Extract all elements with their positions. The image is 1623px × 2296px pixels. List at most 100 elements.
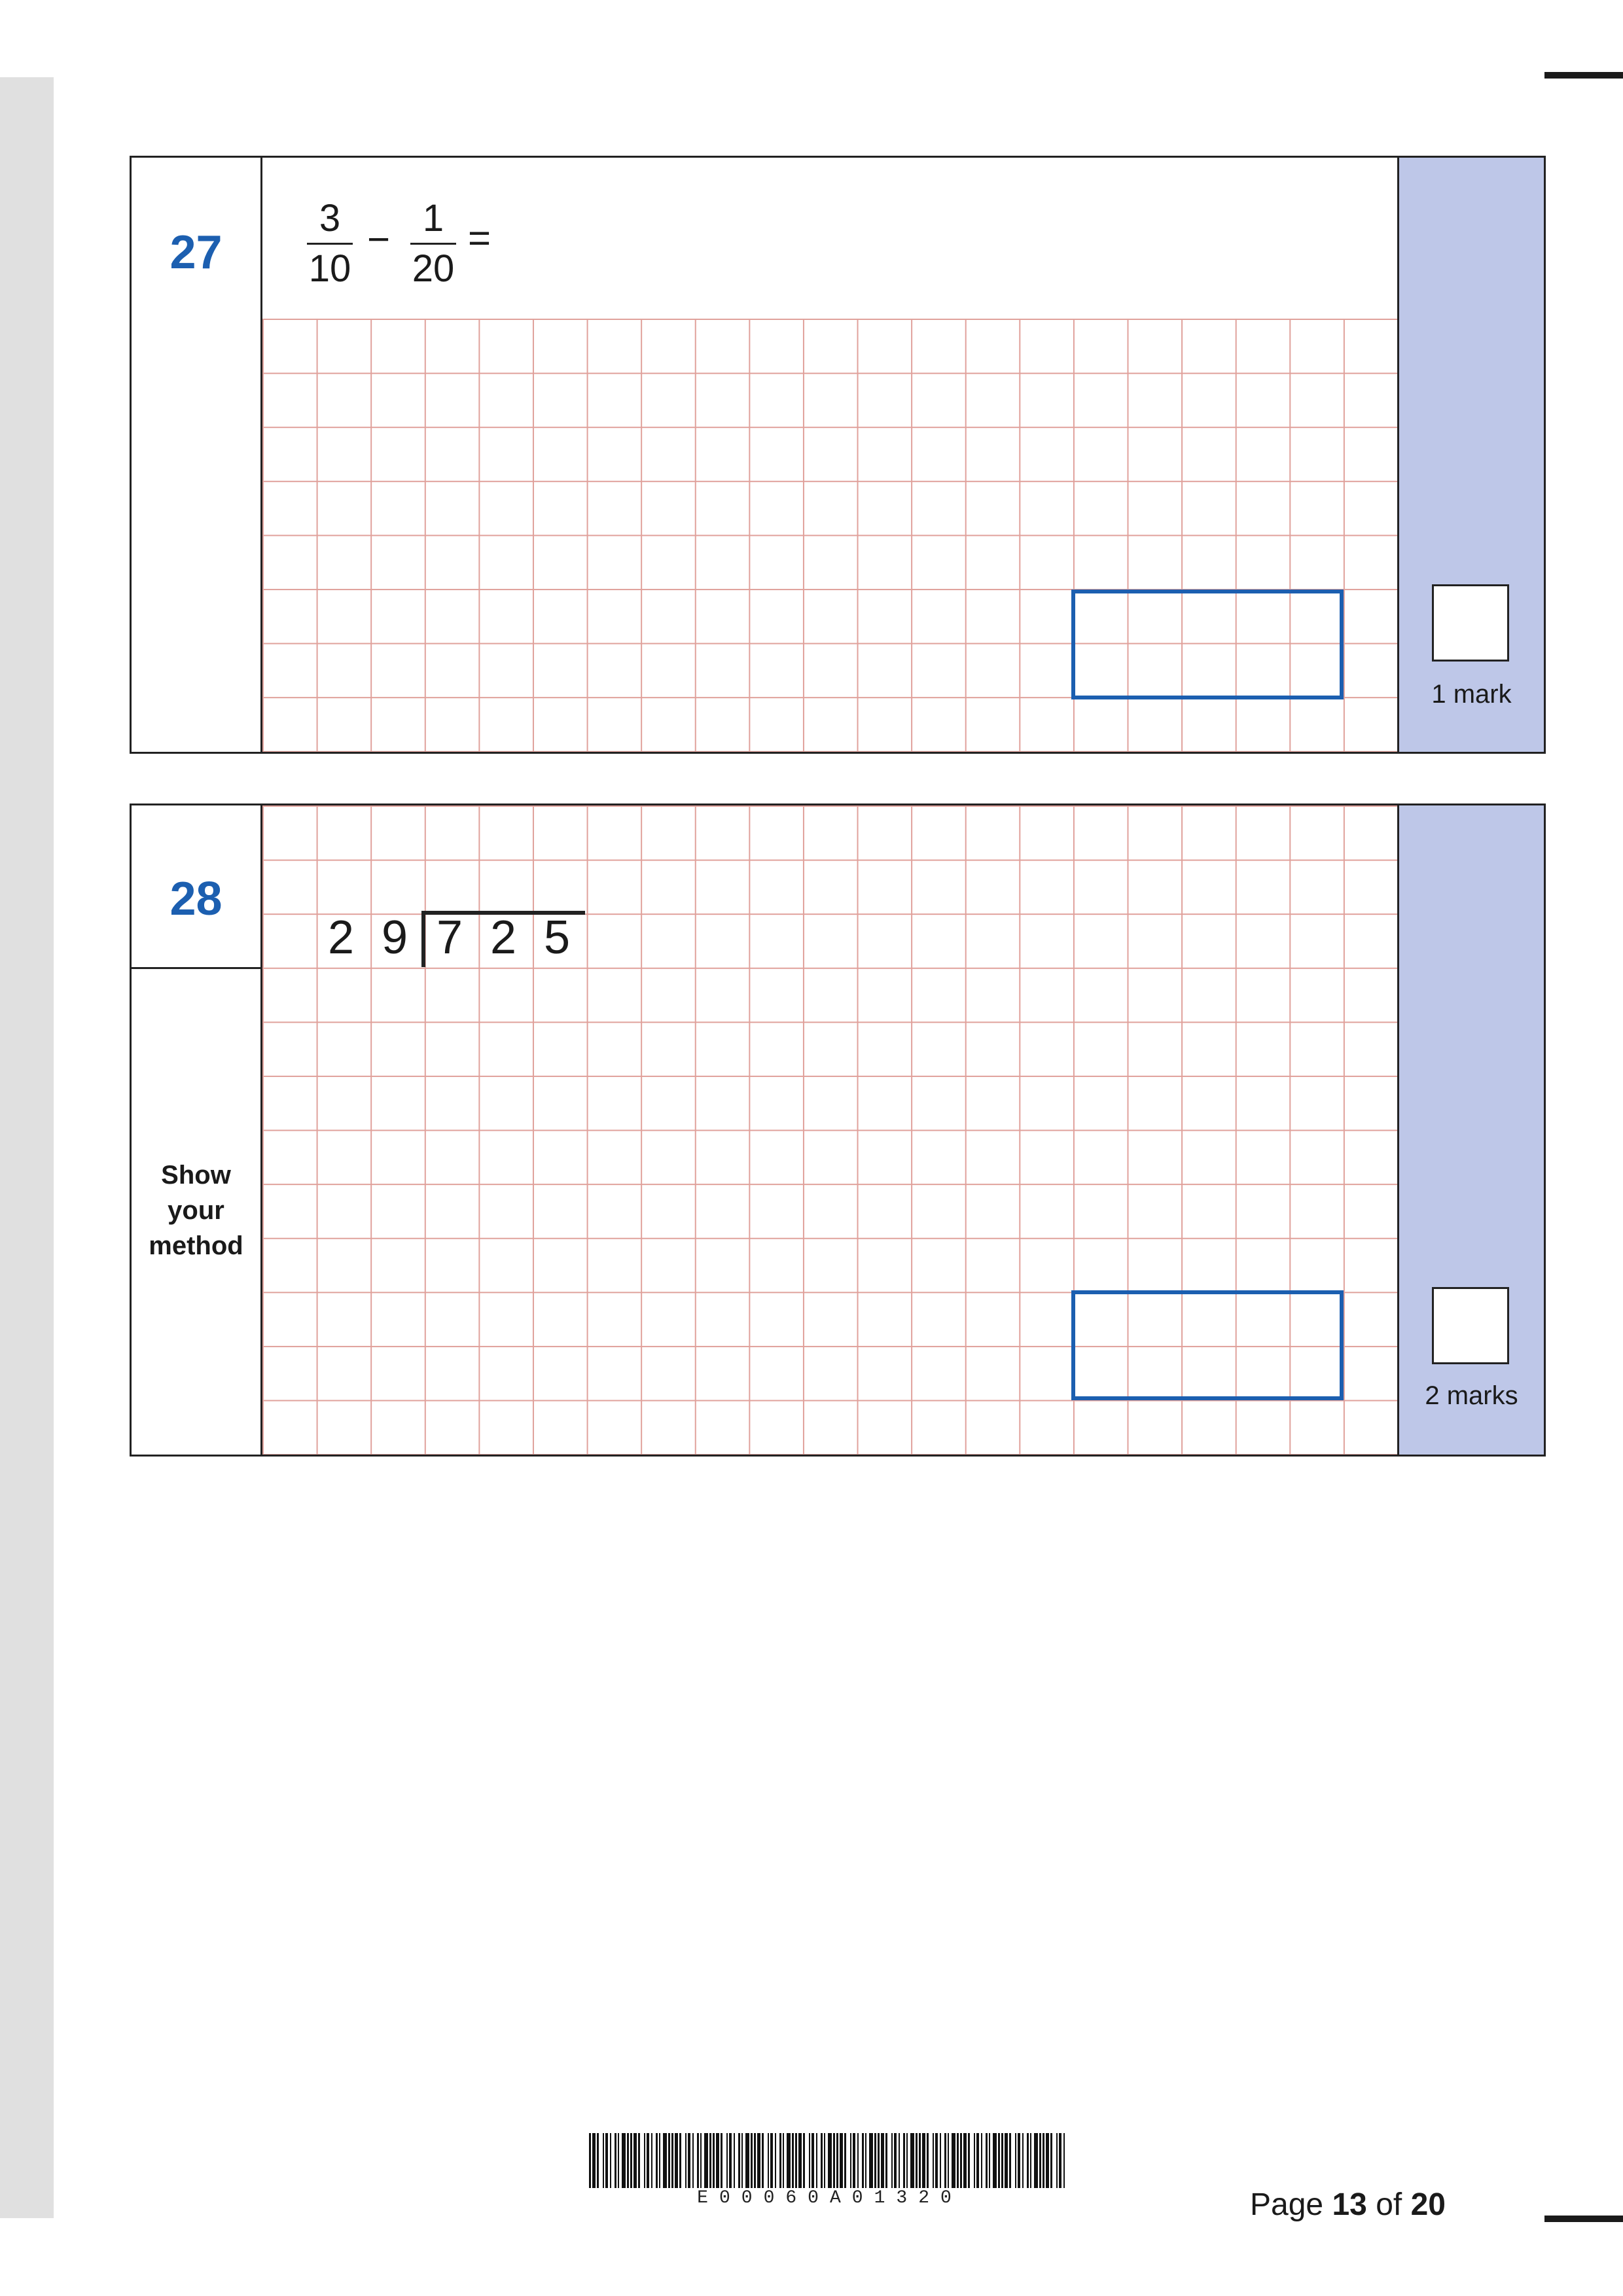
question-number-column: 27 xyxy=(132,158,262,752)
barcode-bar xyxy=(615,2133,616,2188)
barcode-bar xyxy=(1059,2133,1061,2188)
barcode-bar xyxy=(1001,2133,1003,2188)
barcode-bar xyxy=(960,2133,962,2188)
barcode-bar xyxy=(688,2133,690,2188)
barcode-bar xyxy=(679,2133,681,2188)
barcode-bar xyxy=(1050,2133,1052,2188)
barcode-bar xyxy=(605,2133,608,2188)
barcode-bar xyxy=(741,2133,743,2188)
barcode-bar xyxy=(762,2133,764,2188)
barcode-bar xyxy=(1005,2133,1008,2188)
barcode-bar xyxy=(869,2133,873,2188)
barcode-bar xyxy=(692,2133,694,2188)
barcode-bar xyxy=(1015,2133,1016,2188)
barcode-bar xyxy=(779,2133,781,2188)
question-number: 28 xyxy=(169,873,223,925)
barcode-bar xyxy=(638,2133,640,2188)
barcode-bar xyxy=(627,2133,629,2188)
fraction-3-10: 3 10 xyxy=(307,200,353,288)
barcode-bar xyxy=(862,2133,864,2188)
barcode-bar xyxy=(726,2133,728,2188)
barcode-bar xyxy=(1046,2133,1049,2188)
barcode-bar xyxy=(874,2133,876,2188)
barcode-bar xyxy=(957,2133,959,2188)
page-prefix: Page xyxy=(1250,2187,1324,2222)
barcode-text: E00060A01320 xyxy=(697,2188,963,2208)
barcode-bar xyxy=(734,2133,735,2188)
barcode-bar xyxy=(906,2133,908,2188)
barcode-bar xyxy=(821,2133,823,2188)
question-number: 27 xyxy=(169,226,223,279)
barcode-bar xyxy=(1018,2133,1020,2188)
top-right-registration-mark xyxy=(1544,72,1623,79)
divisor-digit: 2 xyxy=(327,911,355,964)
barcode-bar xyxy=(589,2133,591,2188)
barcode-bar xyxy=(1022,2133,1024,2188)
barcode-bar xyxy=(709,2133,711,2188)
marks-label: 2 marks xyxy=(1425,1381,1518,1410)
barcode-bar xyxy=(803,2133,805,2188)
question-28-box: 28 Show your method 2 marks xyxy=(130,804,1546,1457)
barcode-bar xyxy=(792,2133,794,2188)
barcode-bar xyxy=(910,2133,914,2188)
barcode-bar xyxy=(663,2133,667,2188)
barcode-bar xyxy=(592,2133,596,2188)
question-27-work-area: 3 10 − 1 20 = xyxy=(262,158,1397,752)
fraction-1-20: 1 20 xyxy=(410,200,456,288)
barcode-bar xyxy=(697,2133,699,2188)
barcode-bar xyxy=(603,2133,604,2188)
barcode-bar xyxy=(981,2133,982,2188)
barcode-bar xyxy=(721,2133,722,2188)
prompt-line: Show xyxy=(161,1161,231,1190)
question-28-work-area xyxy=(262,805,1397,1455)
page-current: 13 xyxy=(1332,2187,1367,2222)
question-number-column: 28 Show your method xyxy=(132,805,262,1455)
barcode-bar xyxy=(644,2133,645,2188)
division-bracket-vertical xyxy=(421,911,425,967)
mark-box xyxy=(1432,584,1509,662)
barcode-bar xyxy=(597,2133,599,2188)
barcode-bar xyxy=(833,2133,835,2188)
barcode-bar xyxy=(840,2133,843,2188)
barcode-bar xyxy=(944,2133,946,2188)
barcode-bar xyxy=(745,2133,749,2188)
fraction-denominator: 10 xyxy=(308,247,351,290)
answer-box[interactable] xyxy=(1071,1290,1344,1400)
left-margin-gutter xyxy=(0,77,54,2218)
barcode-bar xyxy=(940,2133,941,2188)
barcode-bar xyxy=(630,2133,632,2188)
equals-sign: = xyxy=(468,216,491,260)
marks-label: 1 mark xyxy=(1431,680,1512,709)
barcode-bar xyxy=(998,2133,1000,2188)
barcode-bar xyxy=(700,2133,702,2188)
answer-box[interactable] xyxy=(1071,590,1344,699)
barcode-bar xyxy=(685,2133,687,2188)
barcode-bar xyxy=(927,2133,929,2188)
barcode-bar xyxy=(986,2133,988,2188)
barcode-bar xyxy=(622,2133,626,2188)
barcode-bar xyxy=(933,2133,934,2188)
prompt-line: method xyxy=(149,1231,243,1260)
barcode-bar xyxy=(651,2133,652,2188)
barcode-bar xyxy=(922,2133,925,2188)
barcode-bar xyxy=(878,2133,880,2188)
barcode-bar xyxy=(1056,2133,1058,2188)
barcode-bar xyxy=(1043,2133,1044,2188)
barcode-bar xyxy=(675,2133,678,2188)
barcode-bar xyxy=(775,2133,776,2188)
barcode-bar xyxy=(816,2133,817,2188)
fraction-numerator: 1 xyxy=(422,197,444,239)
barcode-bar xyxy=(919,2133,921,2188)
barcode-bar xyxy=(768,2133,769,2188)
barcode-bar xyxy=(903,2133,905,2188)
barcode-bar xyxy=(916,2133,918,2188)
divider xyxy=(132,967,260,969)
barcode-bar xyxy=(865,2133,866,2188)
barcode-bar xyxy=(1063,2133,1065,2188)
barcode-bar xyxy=(671,2133,673,2188)
barcode-bar xyxy=(952,2133,955,2188)
barcode-bar xyxy=(812,2133,814,2188)
barcode-bar xyxy=(795,2133,797,2188)
barcode-bar xyxy=(853,2133,855,2188)
page-total: 20 xyxy=(1410,2187,1446,2222)
